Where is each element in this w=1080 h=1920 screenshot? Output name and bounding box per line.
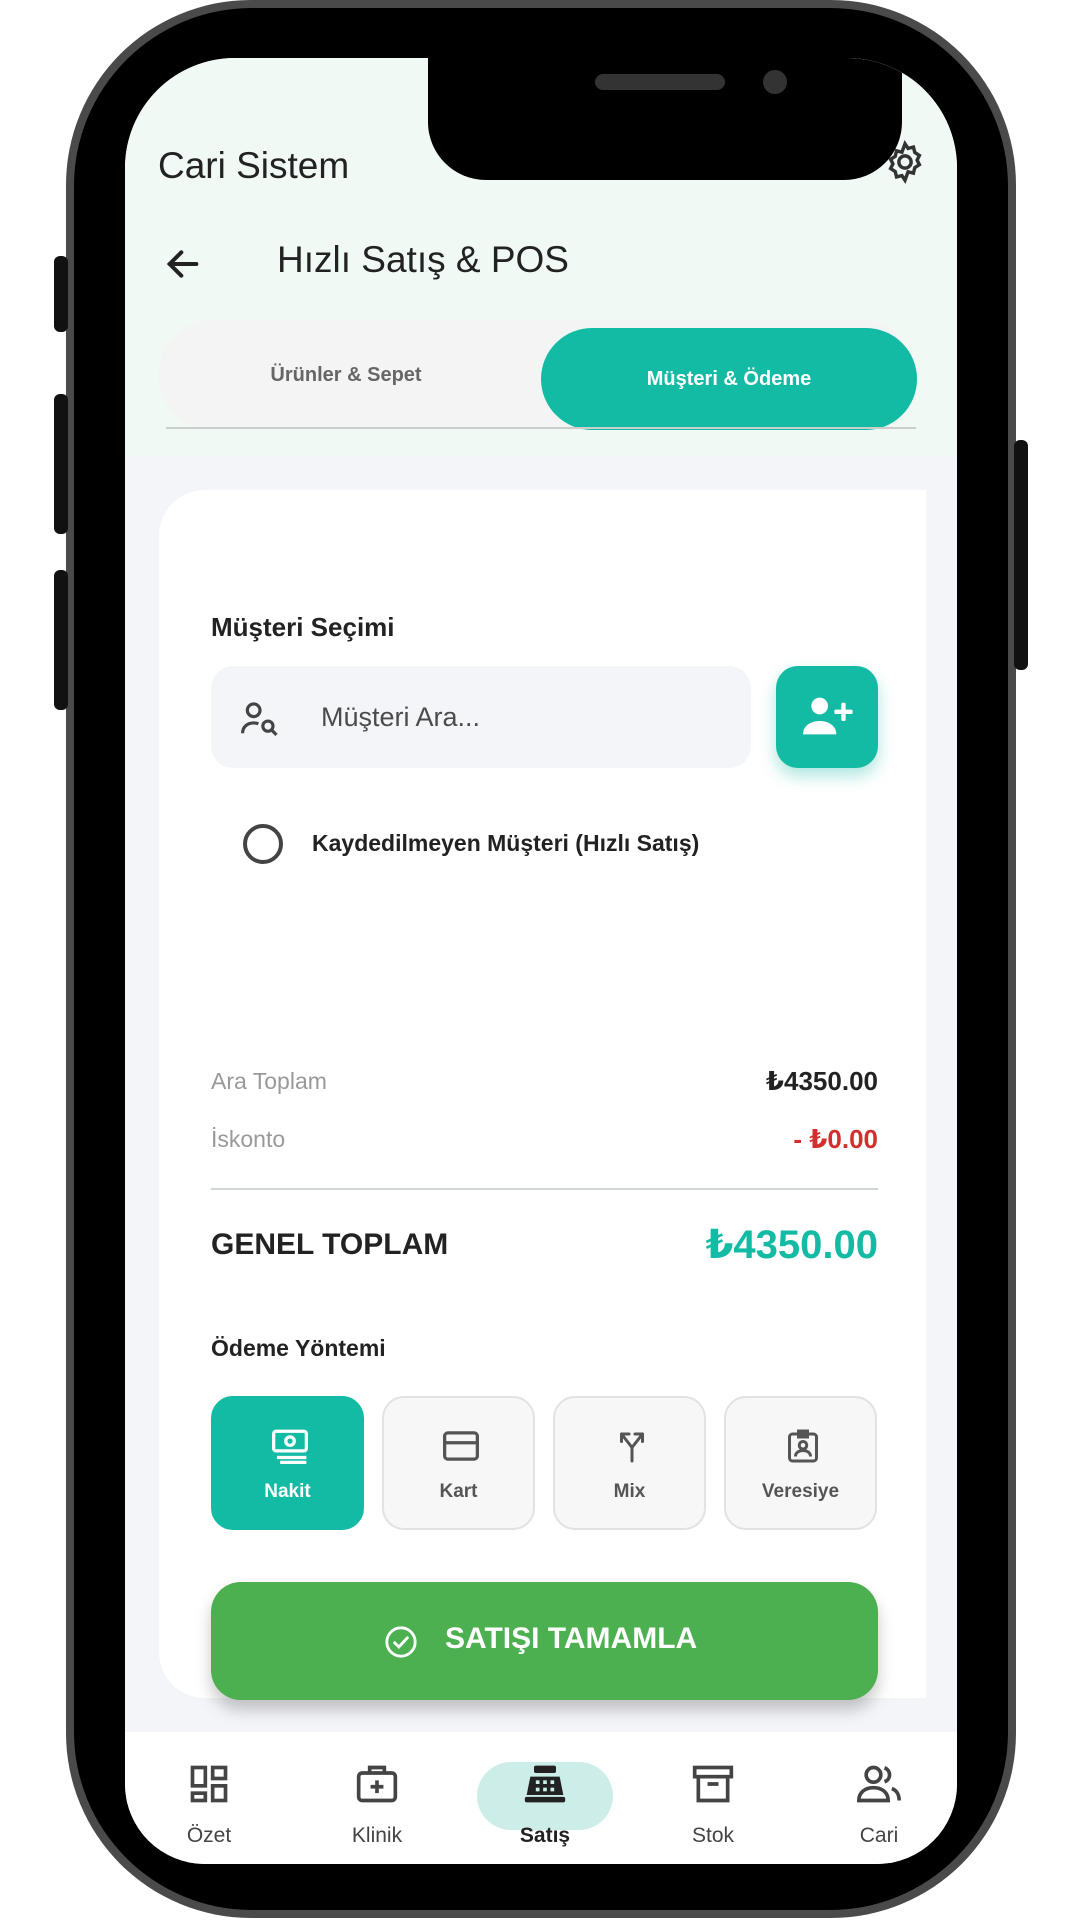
person-add-icon <box>803 697 853 735</box>
customer-section-title: Müşteri Seçimi <box>211 612 395 642</box>
notch <box>428 58 902 180</box>
summary-divider <box>211 1188 878 1190</box>
tab-customer-payment[interactable]: Müşteri & Ödeme <box>541 328 917 430</box>
customer-search-box[interactable] <box>211 666 751 768</box>
grand-total-label: GENEL TOPLAM <box>211 1228 449 1261</box>
nav-label-accounts: Cari <box>859 1824 899 1847</box>
complete-sale-button[interactable]: SATIŞI TAMAMLA <box>211 1582 878 1700</box>
subtotal-label: Ara Toplam <box>211 1068 327 1094</box>
payment-card-label: Kart <box>439 1481 478 1502</box>
payment-method-title: Ödeme Yöntemi <box>211 1335 386 1361</box>
bottom-navigation: Özet Klinik Satış Stok Cari <box>125 1732 957 1864</box>
unregistered-customer-label: Kaydedilmeyen Müşteri (Hızlı Satış) <box>312 830 700 856</box>
check-circle-icon <box>385 1626 417 1658</box>
speaker <box>595 74 725 90</box>
phone-mute-button <box>54 256 68 332</box>
payment-mix-button[interactable]: Mix <box>553 1396 706 1530</box>
nav-label-clinic: Klinik <box>351 1824 403 1847</box>
person-search-icon <box>241 702 278 736</box>
subtotal-value: ₺4350.00 <box>765 1066 878 1096</box>
payment-cash-label: Nakit <box>264 1481 311 1502</box>
discount-value: - ₺0.00 <box>793 1124 878 1154</box>
add-customer-button[interactable] <box>776 666 878 768</box>
payment-credit-label: Veresiye <box>761 1481 840 1502</box>
badge-icon <box>788 1429 818 1463</box>
nav-item-sales[interactable]: Satış <box>475 1762 615 1862</box>
dashboard-icon <box>190 1765 228 1803</box>
discount-label: İskonto <box>211 1126 286 1152</box>
nav-item-clinic[interactable]: Klinik <box>307 1762 447 1862</box>
nav-label-sales: Satış <box>519 1824 571 1847</box>
medical-kit-icon <box>356 1765 398 1803</box>
front-camera <box>763 70 787 94</box>
unregistered-customer-radio[interactable] <box>243 824 283 864</box>
payment-credit-button[interactable]: Veresiye <box>724 1396 877 1530</box>
group-icon <box>857 1765 901 1803</box>
cash-icon <box>272 1429 308 1464</box>
customer-search-input[interactable] <box>321 696 731 738</box>
split-icon <box>620 1432 644 1463</box>
back-arrow-icon[interactable] <box>163 244 203 284</box>
phone-volume-up-button <box>54 394 68 534</box>
card-icon <box>443 1431 479 1461</box>
checkout-card: Müşteri Seçimi Kaydedilmeyen Müşteri (Hı… <box>159 490 926 1700</box>
screen: Cari Sistem Hızlı Satış & POS Ürünler & … <box>125 58 957 1864</box>
nav-item-stock[interactable]: Stok <box>643 1762 783 1862</box>
grand-total-value: ₺4350.00 <box>705 1223 878 1267</box>
payment-mix-label: Mix <box>613 1481 646 1502</box>
nav-item-accounts[interactable]: Cari <box>809 1762 949 1862</box>
phone-power-button <box>1014 440 1028 670</box>
nav-item-summary[interactable]: Özet <box>139 1762 279 1862</box>
tab-divider <box>166 427 916 429</box>
nav-label-stock: Stok <box>691 1824 735 1847</box>
tab-products-cart[interactable]: Ürünler & Sepet <box>158 320 534 430</box>
payment-card-button[interactable]: Kart <box>382 1396 535 1530</box>
app-title: Cari Sistem <box>158 145 350 186</box>
nav-label-summary: Özet <box>186 1824 232 1847</box>
archive-icon <box>692 1765 734 1803</box>
complete-sale-label: SATIŞI TAMAMLA <box>445 1622 698 1655</box>
tab-bar: Ürünler & Sepet Müşteri & Ödeme <box>158 320 917 430</box>
page-title: Hızlı Satış & POS <box>277 239 569 280</box>
payment-cash-button[interactable]: Nakit <box>211 1396 364 1530</box>
phone-volume-down-button <box>54 570 68 710</box>
cash-register-icon <box>524 1765 566 1803</box>
